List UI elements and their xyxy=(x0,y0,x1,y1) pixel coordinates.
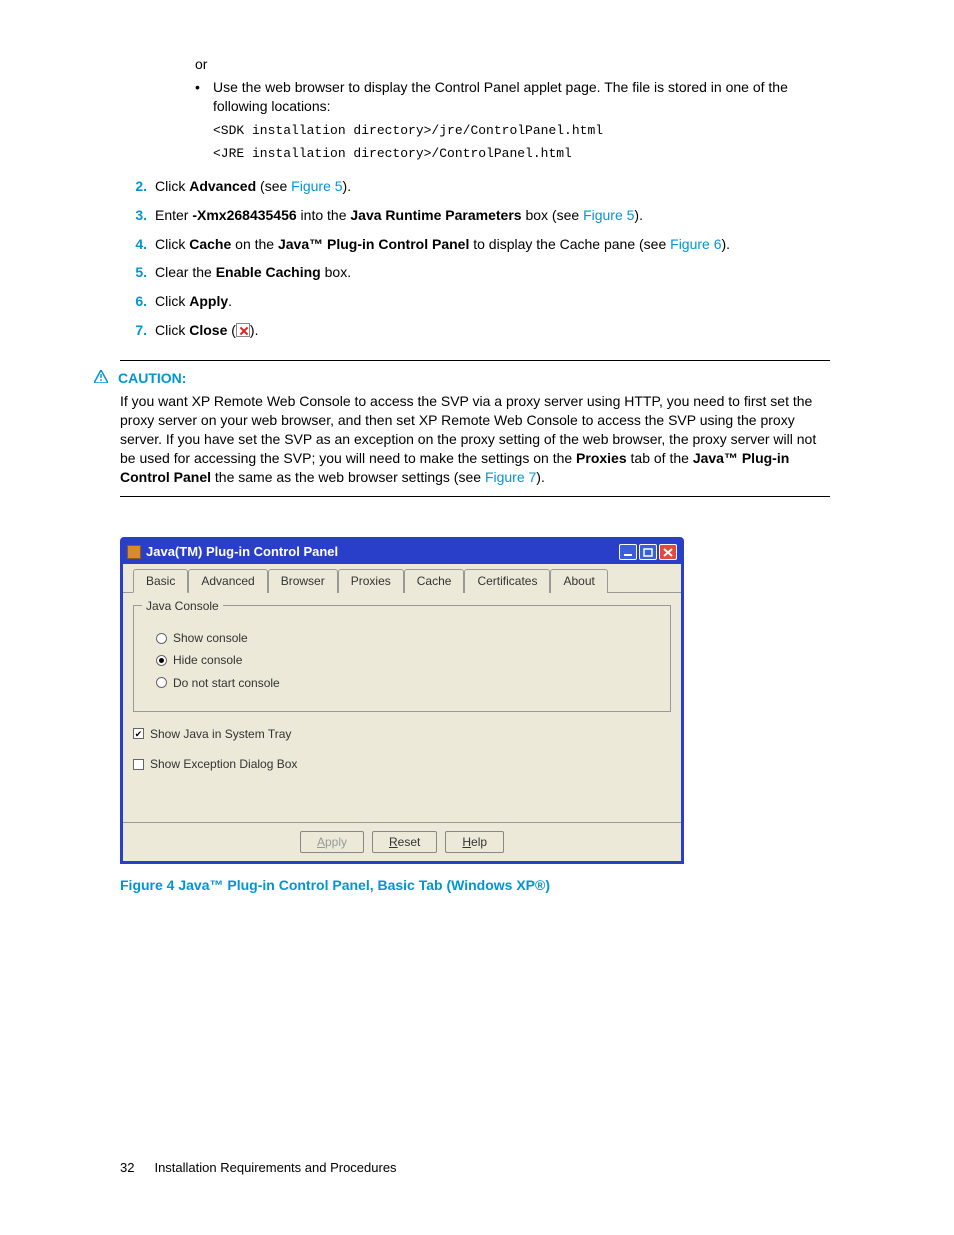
step-7: Click Close (). xyxy=(155,321,830,340)
step-num-4: 4. xyxy=(120,235,155,254)
close-icon xyxy=(236,323,250,337)
bullet-text: Use the web browser to display the Contr… xyxy=(213,78,830,116)
reset-button[interactable]: Reset xyxy=(372,831,437,853)
radio-show-console[interactable] xyxy=(156,633,167,644)
step-4: Click Cache on the Java™ Plug-in Control… xyxy=(155,235,830,254)
caution-label: CAUTION: xyxy=(118,369,186,388)
step-num-3: 3. xyxy=(120,206,155,225)
java-plugin-window: Java(TM) Plug-in Control Panel Basic Adv… xyxy=(120,537,684,864)
step-num-6: 6. xyxy=(120,292,155,311)
code-path-1: <SDK installation directory>/jre/Control… xyxy=(213,122,830,140)
figure-5-link[interactable]: Figure 5 xyxy=(291,178,342,194)
java-app-icon xyxy=(127,545,141,559)
tab-certificates[interactable]: Certificates xyxy=(464,569,550,593)
step-2: Click Advanced (see Figure 5). xyxy=(155,177,830,196)
checkbox-system-tray[interactable] xyxy=(133,728,144,739)
tab-cache[interactable]: Cache xyxy=(404,569,465,593)
step-num-5: 5. xyxy=(120,263,155,282)
step-num-7: 7. xyxy=(120,321,155,340)
maximize-button[interactable] xyxy=(639,544,657,560)
caution-triangle-icon xyxy=(94,369,108,388)
tab-proxies[interactable]: Proxies xyxy=(338,569,404,593)
minimize-button[interactable] xyxy=(619,544,637,560)
checkbox-exception-dialog-label: Show Exception Dialog Box xyxy=(150,756,297,772)
tab-basic[interactable]: Basic xyxy=(133,569,188,593)
page-number: 32 xyxy=(120,1159,134,1177)
or-text: or xyxy=(195,55,830,74)
step-num-2: 2. xyxy=(120,177,155,196)
caution-body: If you want XP Remote Web Console to acc… xyxy=(120,392,830,486)
help-button[interactable]: Help xyxy=(445,831,504,853)
figure-7-link[interactable]: Figure 7 xyxy=(485,469,536,485)
step-3: Enter -Xmx268435456 into the Java Runtim… xyxy=(155,206,830,225)
figure-5-link-b[interactable]: Figure 5 xyxy=(583,207,634,223)
step-6: Click Apply. xyxy=(155,292,830,311)
checkbox-system-tray-label: Show Java in System Tray xyxy=(150,726,291,742)
checkbox-exception-dialog[interactable] xyxy=(133,759,144,770)
footer-section: Installation Requirements and Procedures xyxy=(154,1159,396,1177)
radio-hide-console-label: Hide console xyxy=(173,652,242,668)
figure-caption: Figure 4 Java™ Plug-in Control Panel, Ba… xyxy=(120,876,830,895)
window-close-button[interactable] xyxy=(659,544,677,560)
tab-advanced[interactable]: Advanced xyxy=(188,569,267,593)
code-path-2: <JRE installation directory>/ControlPane… xyxy=(213,145,830,163)
fieldset-legend: Java Console xyxy=(142,598,223,614)
radio-no-start-console-label: Do not start console xyxy=(173,675,280,691)
radio-hide-console[interactable] xyxy=(156,655,167,666)
radio-show-console-label: Show console xyxy=(173,630,248,646)
tab-row: Basic Advanced Browser Proxies Cache Cer… xyxy=(123,564,681,593)
bullet-icon: • xyxy=(195,78,213,116)
apply-button[interactable]: Apply xyxy=(300,831,364,853)
window-title: Java(TM) Plug-in Control Panel xyxy=(146,543,617,561)
radio-no-start-console[interactable] xyxy=(156,677,167,688)
tab-browser[interactable]: Browser xyxy=(268,569,338,593)
figure-6-link[interactable]: Figure 6 xyxy=(670,236,721,252)
step-5: Clear the Enable Caching box. xyxy=(155,263,830,282)
tab-about[interactable]: About xyxy=(550,569,607,593)
